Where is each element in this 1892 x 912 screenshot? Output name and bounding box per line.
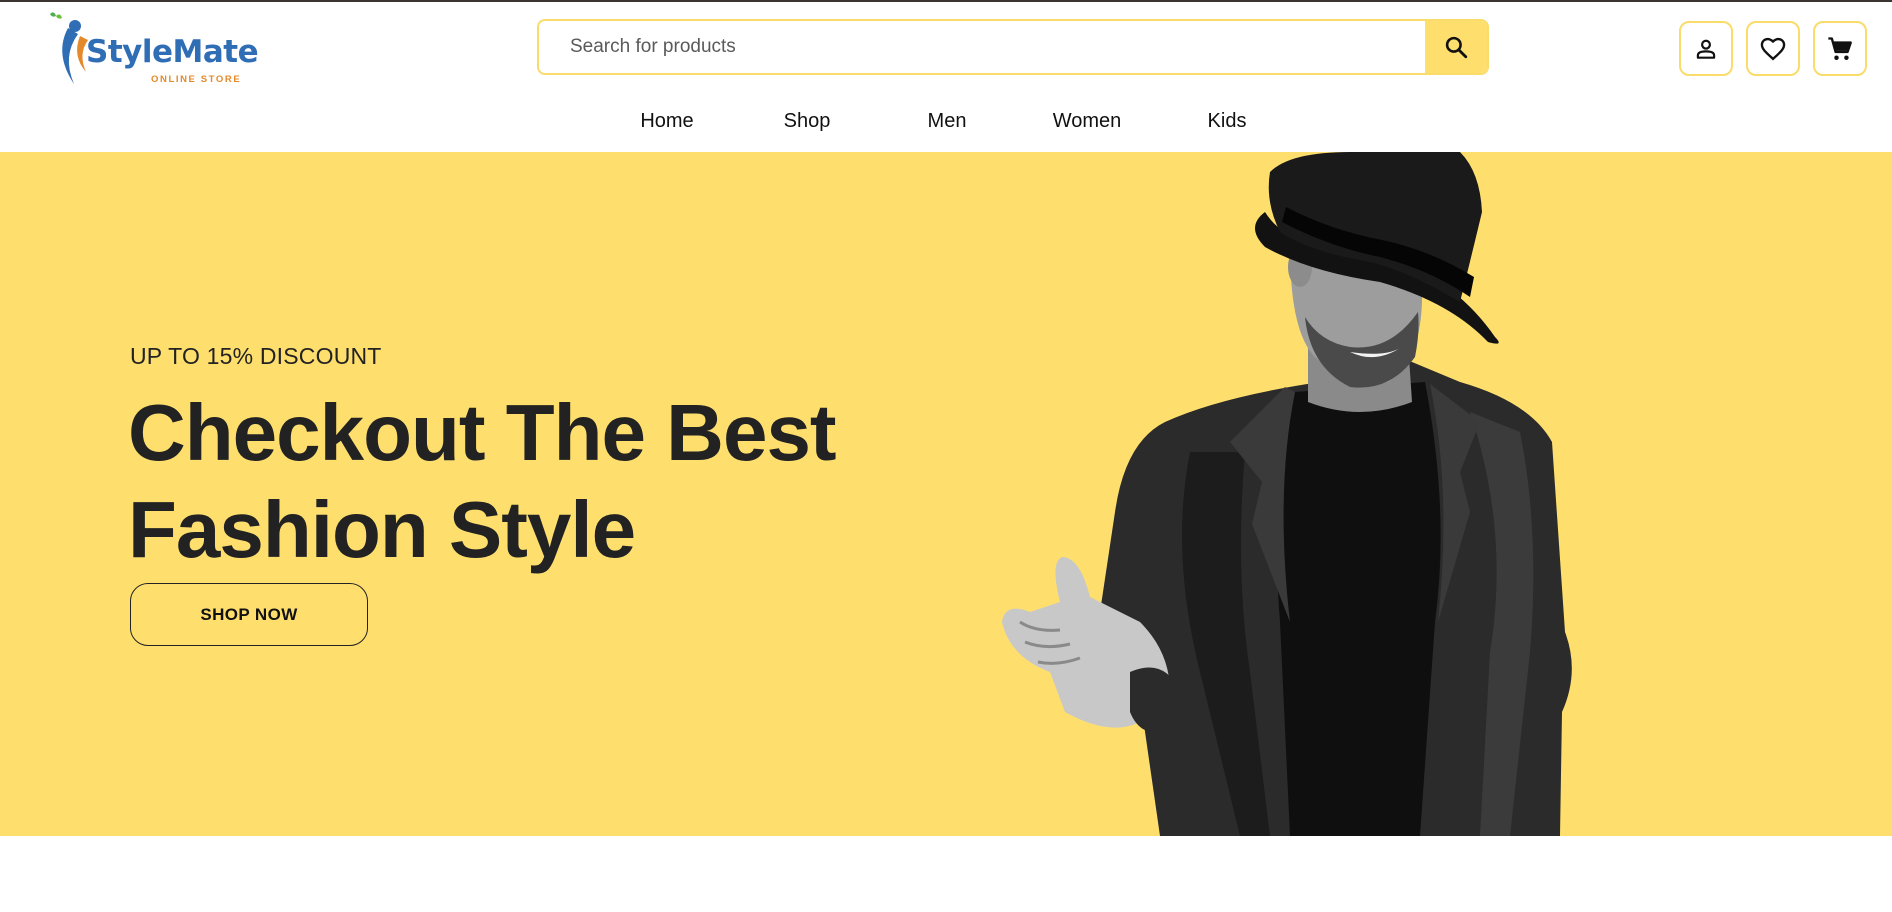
brand-tagline: ONLINE STORE [151, 74, 242, 85]
search-input[interactable] [539, 21, 1425, 73]
hero-headline: Checkout The Best Fashion Style [128, 384, 888, 578]
hero-headline-line-1: Checkout The Best [128, 388, 837, 477]
account-icon [1696, 39, 1716, 59]
nav-item-kids[interactable]: Kids [1157, 110, 1297, 133]
nav-item-home[interactable]: Home [597, 110, 737, 133]
main-navigation: Home Shop Men Women Kids [0, 110, 1892, 140]
brand-logo[interactable]: StyleMate ONLINE STORE [44, 10, 259, 90]
hero-banner: UP TO 15% DISCOUNT Checkout The Best Fas… [0, 152, 1892, 836]
search-button[interactable] [1425, 21, 1487, 73]
heart-icon [1760, 37, 1786, 61]
search-icon [1445, 36, 1468, 59]
site-header: StyleMate ONLINE STORE H [0, 2, 1892, 152]
shop-now-button[interactable]: SHOP NOW [130, 583, 368, 646]
nav-item-men[interactable]: Men [877, 110, 1017, 133]
wishlist-button[interactable] [1746, 21, 1800, 76]
cart-icon [1828, 36, 1852, 60]
brand-name: StyleMate [86, 34, 259, 70]
nav-item-women[interactable]: Women [1017, 110, 1157, 133]
cart-button[interactable] [1813, 21, 1867, 76]
account-button[interactable] [1679, 21, 1733, 76]
hero-discount-label: UP TO 15% DISCOUNT [130, 343, 382, 369]
hero-headline-line-2: Fashion Style [128, 485, 636, 574]
search-bar [537, 19, 1489, 75]
nav-item-shop[interactable]: Shop [737, 110, 877, 133]
hero-model-image [1002, 152, 1572, 836]
